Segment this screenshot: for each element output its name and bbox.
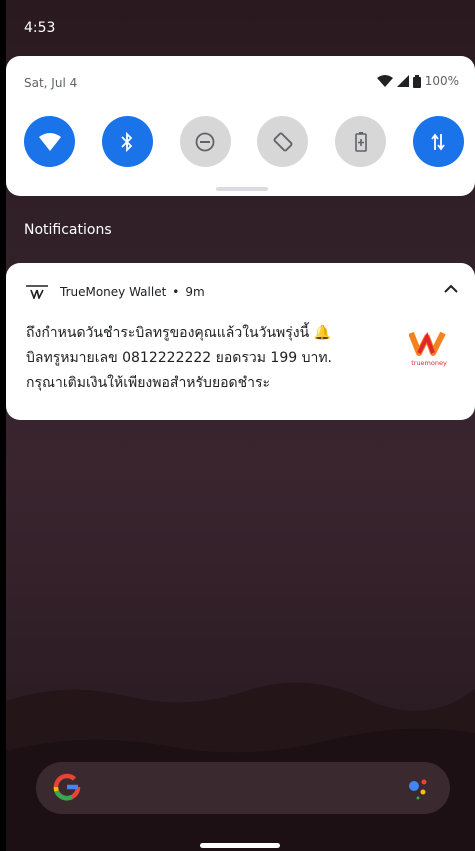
notifications-heading: Notifications [24, 222, 112, 238]
status-time: 4:53 [24, 20, 56, 36]
notification-time: 9m [185, 285, 205, 299]
dnd-icon [195, 132, 215, 151]
notification-body: ถึงกำหนดวันชำระบิลทรูของคุณแล้วในวันพรุ่… [26, 321, 396, 396]
battery-saver-icon [354, 131, 367, 152]
wifi-icon [38, 132, 61, 151]
tile-auto-rotate[interactable] [257, 116, 309, 167]
tile-mobile-data[interactable] [412, 116, 464, 167]
truemoney-logo-text: truemoney [411, 359, 447, 367]
quick-settings-panel: Sat, Jul 4 100% [6, 56, 475, 196]
battery-percent: 100% [424, 74, 459, 88]
truemoney-logo: truemoney [409, 331, 447, 367]
notification-app-name: TrueMoney Wallet [60, 285, 167, 299]
notification-title: ถึงกำหนดวันชำระบิลทรูของคุณแล้วในวันพรุ่… [26, 325, 332, 341]
battery-icon [412, 74, 421, 88]
tile-do-not-disturb[interactable] [179, 116, 231, 167]
tile-bluetooth[interactable] [101, 116, 153, 167]
notification-line-2: บิลทรูหมายเลข 0812222222 ยอดรวม 199 บาท. [26, 350, 333, 366]
tile-battery-saver[interactable] [335, 116, 387, 167]
qs-status-icons: 100% [376, 74, 459, 88]
chevron-up-icon[interactable] [443, 283, 459, 295]
status-bar: 4:53 [6, 0, 475, 56]
tile-wifi[interactable] [24, 116, 75, 167]
bluetooth-icon [121, 131, 133, 152]
quick-settings-tiles [24, 116, 464, 167]
mobile-data-icon [431, 133, 446, 150]
wallpaper-mountains [6, 682, 475, 851]
notification-line-3: กรุณาเติมเงินให้เพียงพอสำหรับยอดชำระ [26, 375, 271, 391]
separator-dot: • [172, 285, 180, 299]
wifi-signal-icon [376, 75, 393, 87]
google-search-bar[interactable] [36, 762, 450, 814]
notification-card[interactable]: TrueMoney Wallet • 9m ถึงกำหนดวันชำระบิล… [6, 263, 475, 420]
assistant-mic-icon[interactable] [406, 774, 430, 802]
truemoney-app-icon [26, 285, 48, 299]
gesture-nav-handle[interactable] [200, 843, 280, 848]
google-g-icon [53, 773, 81, 801]
rotate-icon [273, 132, 293, 151]
cell-signal-icon [396, 75, 409, 87]
qs-drag-handle[interactable] [216, 187, 268, 191]
qs-date[interactable]: Sat, Jul 4 [24, 76, 77, 90]
notification-header: TrueMoney Wallet • 9m [26, 285, 205, 299]
